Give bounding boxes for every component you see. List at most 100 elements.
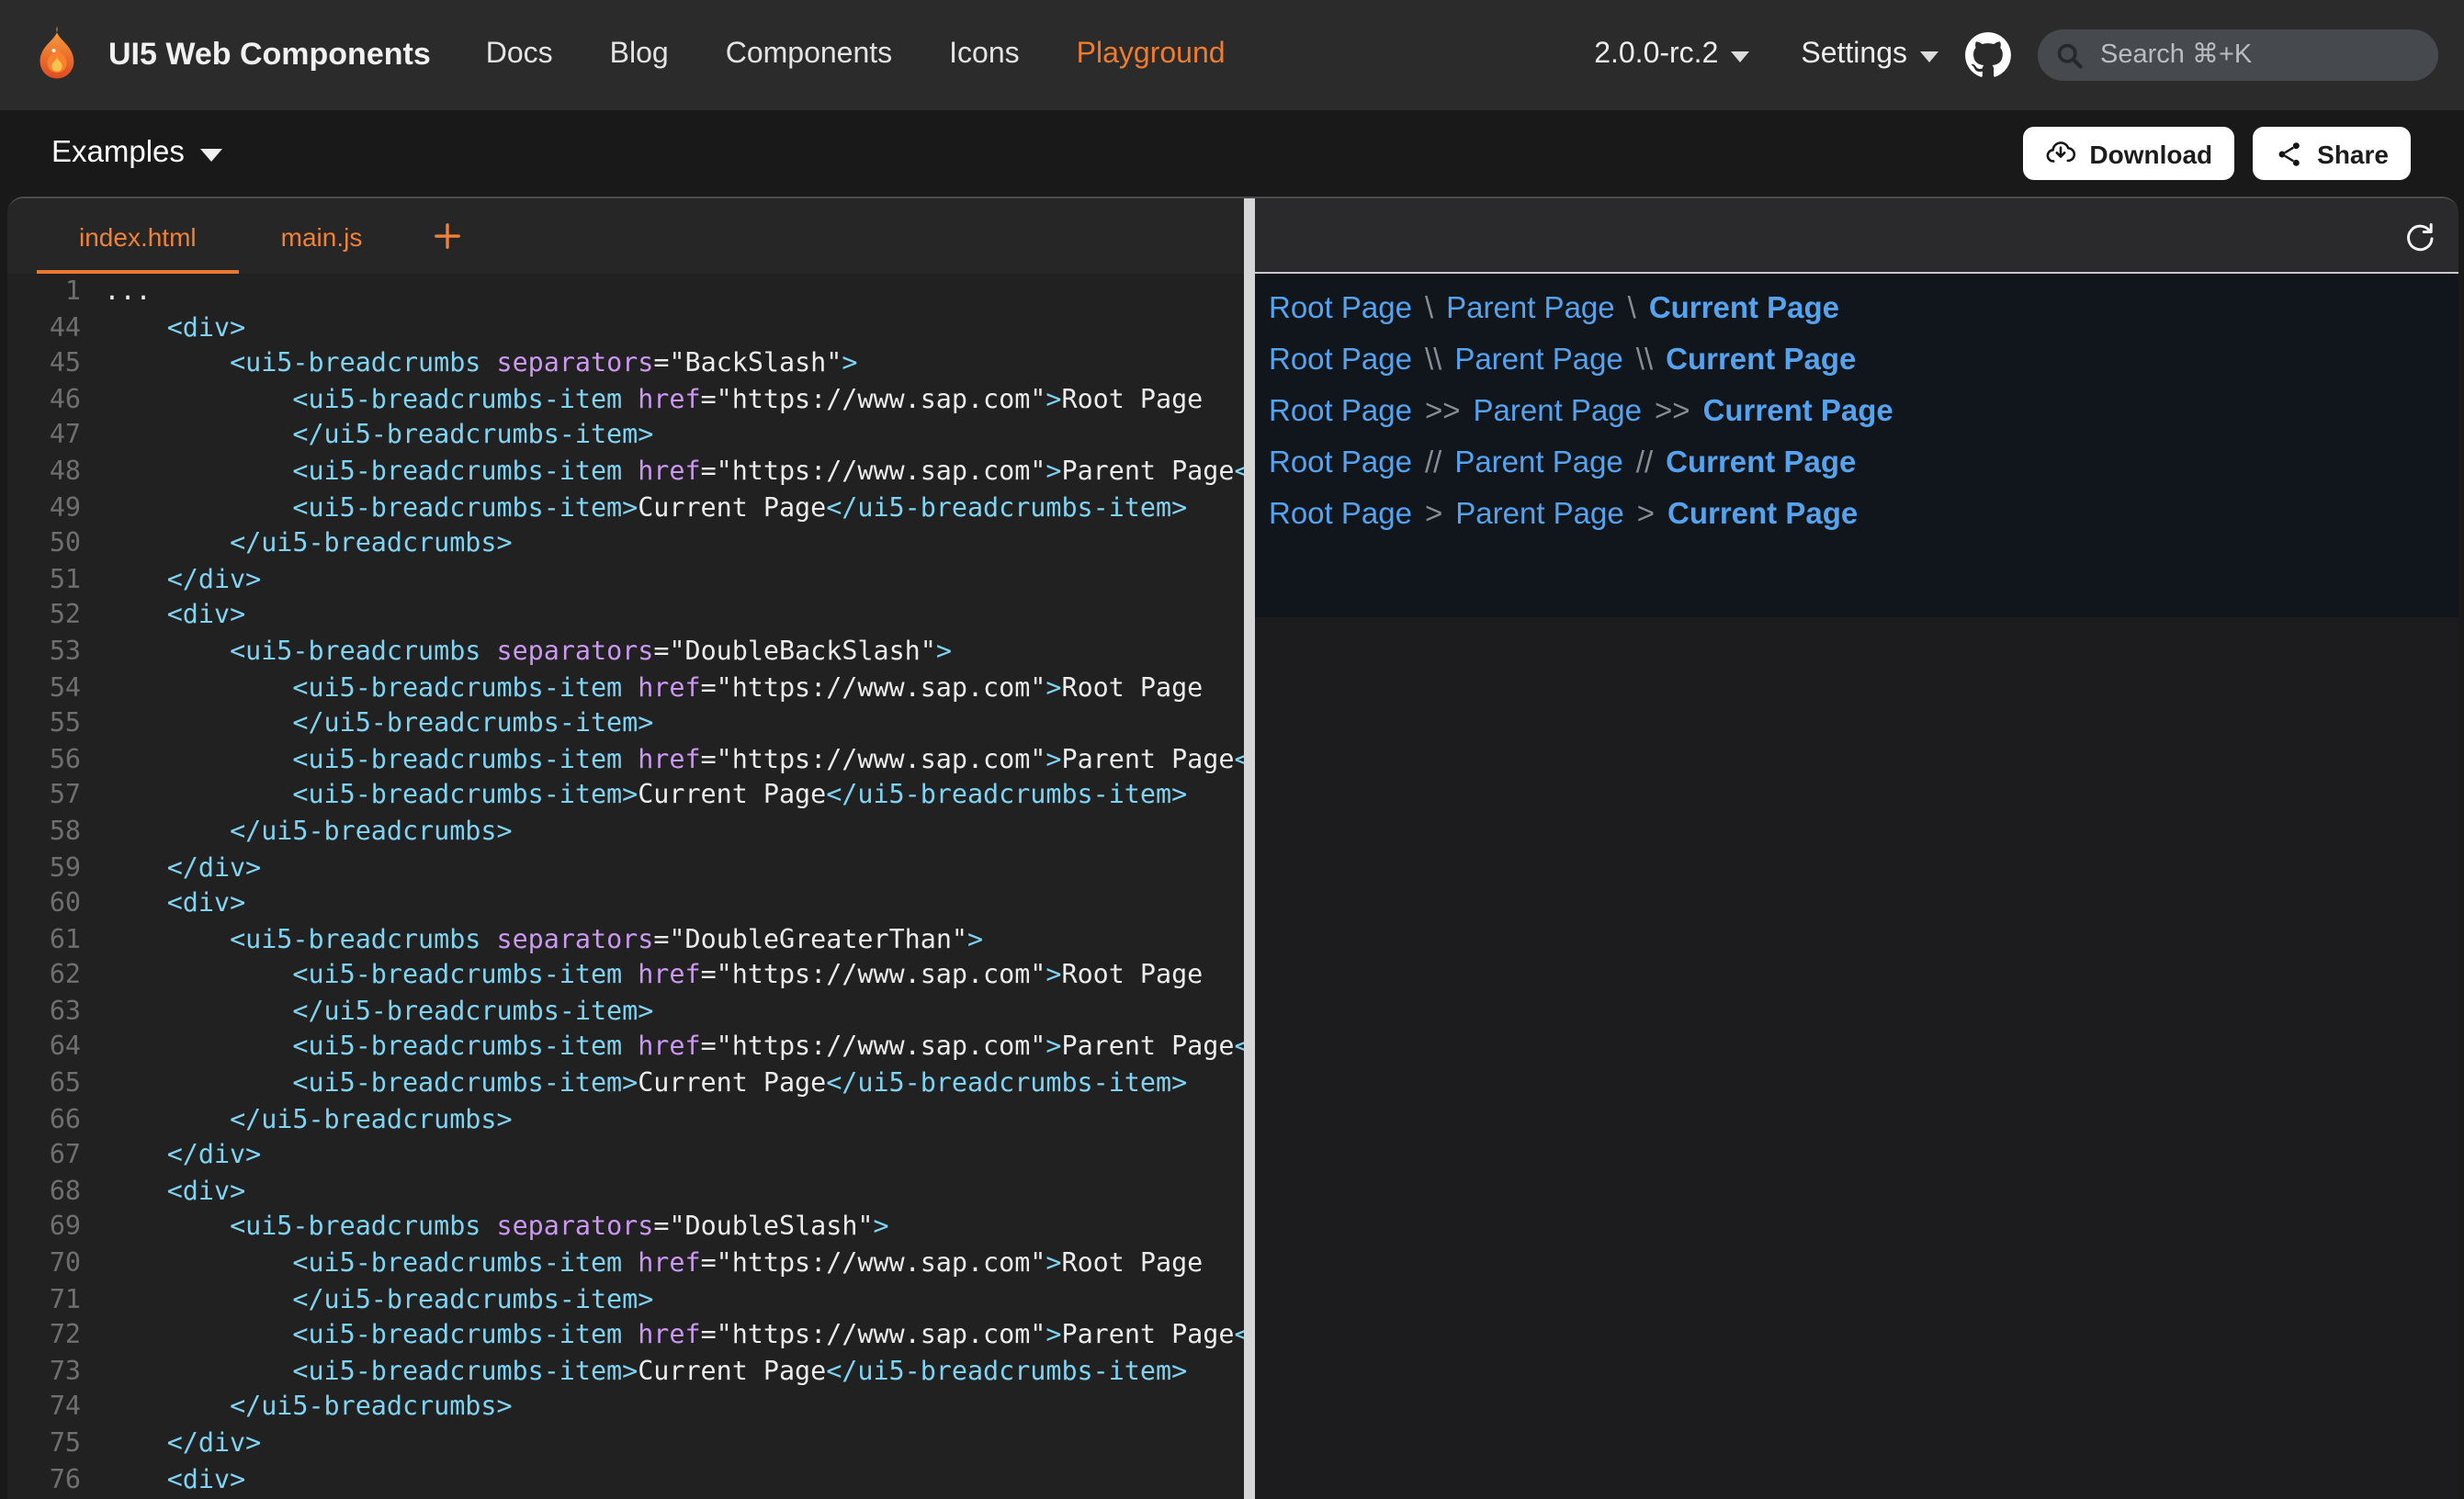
breadcrumb-link[interactable]: Parent Page: [1455, 497, 1623, 532]
main-nav: Docs Blog Components Icons Playground: [486, 39, 1226, 72]
download-button[interactable]: Download: [2023, 127, 2234, 180]
download-label: Download: [2089, 139, 2212, 168]
nav-link-docs[interactable]: Docs: [486, 39, 553, 72]
search-icon: [2056, 41, 2084, 69]
line-number: 63: [7, 996, 81, 1031]
line-number: 76: [7, 1463, 81, 1499]
settings-menu[interactable]: Settings: [1801, 39, 1938, 72]
search-box[interactable]: [2038, 29, 2438, 81]
nav-link-icons[interactable]: Icons: [949, 39, 1020, 72]
code-line: 53 <ui5-breadcrumbs separators="DoubleBa…: [7, 636, 1243, 671]
code-text: </ui5-breadcrumbs-item>: [81, 420, 653, 456]
breadcrumb-link[interactable]: Root Page: [1269, 497, 1412, 532]
phoenix-flame-icon: [26, 24, 88, 86]
code-text: <ui5-breadcrumbs-item href="https://www.…: [81, 960, 1203, 996]
code-text: </ui5-breadcrumbs-item>: [81, 1283, 653, 1319]
breadcrumb-current-page: Current Page: [1703, 394, 1893, 429]
line-number: 47: [7, 420, 81, 456]
code-editor-pane: index.htmlmain.js 1...44 <div>45 <ui5-br…: [7, 198, 1243, 1499]
preview-background: [1254, 617, 2458, 1499]
navbar-right: 2.0.0-rc.2 Settings: [1594, 29, 2438, 81]
line-number: 68: [7, 1176, 81, 1212]
examples-menu[interactable]: Examples: [51, 136, 223, 171]
breadcrumb-row: Root Page\Parent Page\Current Page: [1269, 283, 2458, 334]
examples-label: Examples: [51, 136, 185, 171]
line-number: 71: [7, 1283, 81, 1319]
code-text: <div>: [81, 887, 245, 923]
line-number: 64: [7, 1031, 81, 1067]
preview-viewport: Root Page\Parent Page\Current PageRoot P…: [1254, 274, 2458, 617]
breadcrumb-link[interactable]: Parent Page: [1454, 445, 1622, 480]
line-number: 48: [7, 456, 81, 491]
breadcrumb-link[interactable]: Root Page: [1269, 394, 1412, 429]
github-icon[interactable]: [1964, 31, 2012, 79]
breadcrumb-link[interactable]: Parent Page: [1474, 394, 1642, 429]
code-line: 57 <ui5-breadcrumbs-item>Current Page</u…: [7, 780, 1243, 816]
nav-link-components[interactable]: Components: [726, 39, 892, 72]
code-text: </ui5-breadcrumbs-item>: [81, 707, 653, 743]
add-tab-button[interactable]: [434, 198, 461, 274]
code-text: </div>: [81, 1427, 261, 1463]
code-line: 70 <ui5-breadcrumbs-item href="https://w…: [7, 1247, 1243, 1283]
code-text: <ui5-breadcrumbs-item>Current Page</ui5-…: [81, 780, 1187, 816]
line-number: 56: [7, 743, 81, 779]
code-line: 55 </ui5-breadcrumbs-item>: [7, 707, 1243, 743]
code-line: 60 <div>: [7, 887, 1243, 923]
code-line: 74 </ui5-breadcrumbs>: [7, 1392, 1243, 1427]
search-input[interactable]: [2097, 39, 2420, 72]
breadcrumb-link[interactable]: Root Page: [1269, 343, 1412, 378]
line-number: 58: [7, 816, 81, 851]
code-text: <ui5-breadcrumbs-item>Current Page</ui5-…: [81, 491, 1187, 527]
nav-link-blog[interactable]: Blog: [610, 39, 669, 72]
code-line: 63 </ui5-breadcrumbs-item>: [7, 996, 1243, 1031]
breadcrumb-current-page: Current Page: [1666, 445, 1856, 480]
line-number: 62: [7, 960, 81, 996]
plus-icon: [434, 222, 461, 250]
code-text: <ui5-breadcrumbs-item>Current Page</ui5-…: [81, 1356, 1187, 1392]
refresh-button[interactable]: [2402, 220, 2434, 251]
line-number: 75: [7, 1427, 81, 1463]
breadcrumb-link[interactable]: Parent Page: [1454, 343, 1622, 378]
code-line: 58 </ui5-breadcrumbs>: [7, 816, 1243, 851]
line-number: 46: [7, 384, 81, 420]
toolbar-actions: Download Share: [2023, 127, 2411, 180]
breadcrumb-link[interactable]: Parent Page: [1446, 291, 1614, 326]
version-menu[interactable]: 2.0.0-rc.2: [1594, 39, 1749, 72]
line-number: 50: [7, 527, 81, 563]
code-text: </ui5-breadcrumbs>: [81, 816, 513, 851]
code-line: 52 <div>: [7, 600, 1243, 636]
code-line: 71 </ui5-breadcrumbs-item>: [7, 1283, 1243, 1319]
top-navbar: UI5 Web Components Docs Blog Components Ico…: [0, 0, 2464, 110]
nav-link-playground[interactable]: Playground: [1077, 39, 1226, 72]
code-line: 56 <ui5-breadcrumbs-item href="https://w…: [7, 743, 1243, 779]
code-text: <ui5-breadcrumbs-item href="https://www.…: [81, 743, 1243, 779]
line-number: 51: [7, 564, 81, 600]
settings-label: Settings: [1801, 39, 1907, 72]
breadcrumb-row: Root Page>Parent Page>Current Page: [1269, 489, 2458, 540]
breadcrumb-current-page: Current Page: [1667, 497, 1858, 532]
share-button[interactable]: Share: [2253, 127, 2411, 180]
breadcrumb-separator: >: [1412, 497, 1455, 532]
playground-app: UI5 Web Components Docs Blog Components Ico…: [0, 0, 2464, 1499]
code-text: </ui5-breadcrumbs>: [81, 527, 513, 563]
line-number: 60: [7, 887, 81, 923]
line-number: 66: [7, 1103, 81, 1139]
code-text: <div>: [81, 600, 245, 636]
breadcrumb-link[interactable]: Root Page: [1269, 445, 1412, 480]
line-number: 69: [7, 1212, 81, 1247]
pane-resize-handle[interactable]: [1243, 198, 1254, 1499]
code-text: </div>: [81, 564, 261, 600]
breadcrumb-current-page: Current Page: [1666, 343, 1856, 378]
app-title: UI5 Web Components: [108, 37, 431, 73]
line-number: 52: [7, 600, 81, 636]
code-editor[interactable]: 1...44 <div>45 <ui5-breadcrumbs separato…: [7, 274, 1243, 1499]
line-number: 72: [7, 1319, 81, 1355]
breadcrumb-separator: >>: [1412, 394, 1474, 429]
tab-index.html[interactable]: index.html: [37, 198, 239, 274]
line-number: 45: [7, 347, 81, 383]
preview-header: [1254, 198, 2458, 274]
tab-main.js[interactable]: main.js: [239, 198, 405, 274]
code-line: 73 <ui5-breadcrumbs-item>Current Page</u…: [7, 1356, 1243, 1392]
line-number: 65: [7, 1067, 81, 1103]
breadcrumb-link[interactable]: Root Page: [1269, 291, 1412, 326]
